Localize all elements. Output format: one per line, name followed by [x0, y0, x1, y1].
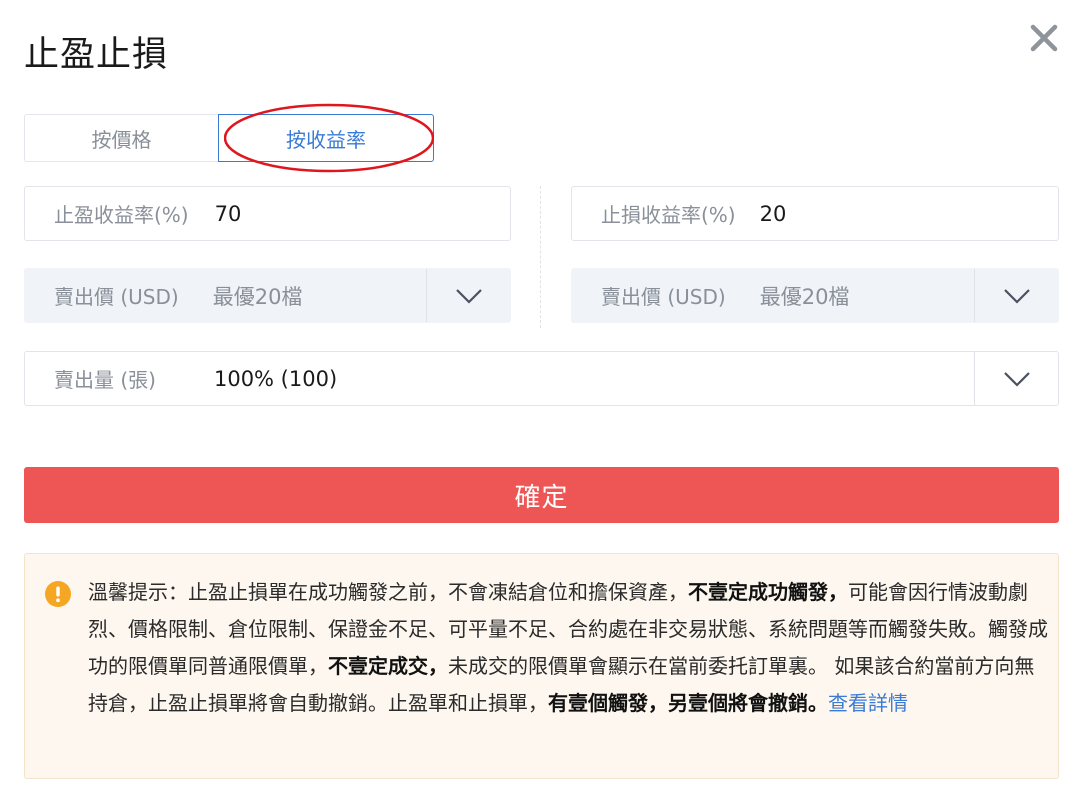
warning-icon	[45, 581, 71, 607]
stop-loss-rate-input[interactable]: 止損收益率(%) 20	[571, 186, 1059, 241]
take-profit-rate-input[interactable]: 止盈收益率(%) 70	[24, 186, 511, 241]
chevron-down-icon	[455, 288, 482, 304]
notice-bold-1: 不壹定成功觸發，	[688, 580, 848, 604]
sl-sell-price-label: 賣出價 (USD)	[601, 285, 726, 309]
tp-sell-price-value: 最優20檔	[212, 284, 303, 309]
notice-bold-2: 不壹定成交，	[328, 654, 448, 678]
view-details-link[interactable]: 查看詳情	[828, 691, 908, 715]
chevron-down-icon	[1003, 288, 1030, 304]
warning-notice: 溫馨提示：止盈止損單在成功觸發之前，不會凍結倉位和擔保資產，不壹定成功觸發，可能…	[24, 553, 1059, 779]
sell-quantity-label: 賣出量 (張)	[54, 368, 156, 392]
tp-sell-price-dropdown[interactable]	[426, 269, 510, 322]
notice-part-1: 溫馨提示：止盈止損單在成功觸發之前，不會凍結倉位和擔保資產，	[88, 580, 688, 604]
close-icon	[1030, 24, 1058, 52]
notice-text: 溫馨提示：止盈止損單在成功觸發之前，不會凍結倉位和擔保資產，不壹定成功觸發，可能…	[88, 574, 1048, 722]
tp-sell-price-label: 賣出價 (USD)	[54, 285, 179, 309]
sl-sell-price-dropdown[interactable]	[974, 269, 1058, 322]
sell-quantity-select[interactable]: 賣出量 (張) 100% (100)	[24, 351, 1059, 406]
take-profit-rate-label: 止盈收益率(%)	[54, 203, 189, 227]
notice-bold-3: 有壹個觸發，另壹個將會撤銷。	[548, 691, 828, 715]
mode-tabs: 按價格 按收益率	[24, 114, 434, 162]
dialog-title: 止盈止損	[24, 35, 169, 75]
sell-quantity-value: 100% (100)	[213, 366, 338, 391]
sell-quantity-dropdown[interactable]	[974, 352, 1058, 405]
sl-sell-price-value: 最優20檔	[759, 284, 850, 309]
close-button[interactable]	[1028, 22, 1060, 54]
take-profit-rate-value: 70	[214, 201, 242, 226]
stop-loss-rate-value: 20	[759, 201, 787, 226]
chevron-down-icon	[1003, 371, 1030, 387]
sl-sell-price-select[interactable]: 賣出價 (USD) 最優20檔	[571, 268, 1059, 323]
stop-loss-rate-label: 止損收益率(%)	[601, 203, 736, 227]
tab-by-return-rate[interactable]: 按收益率	[218, 114, 434, 162]
column-divider	[540, 186, 541, 328]
confirm-button[interactable]: 確定	[24, 467, 1059, 523]
tp-sell-price-select[interactable]: 賣出價 (USD) 最優20檔	[24, 268, 511, 323]
tab-by-price[interactable]: 按價格	[24, 114, 218, 162]
